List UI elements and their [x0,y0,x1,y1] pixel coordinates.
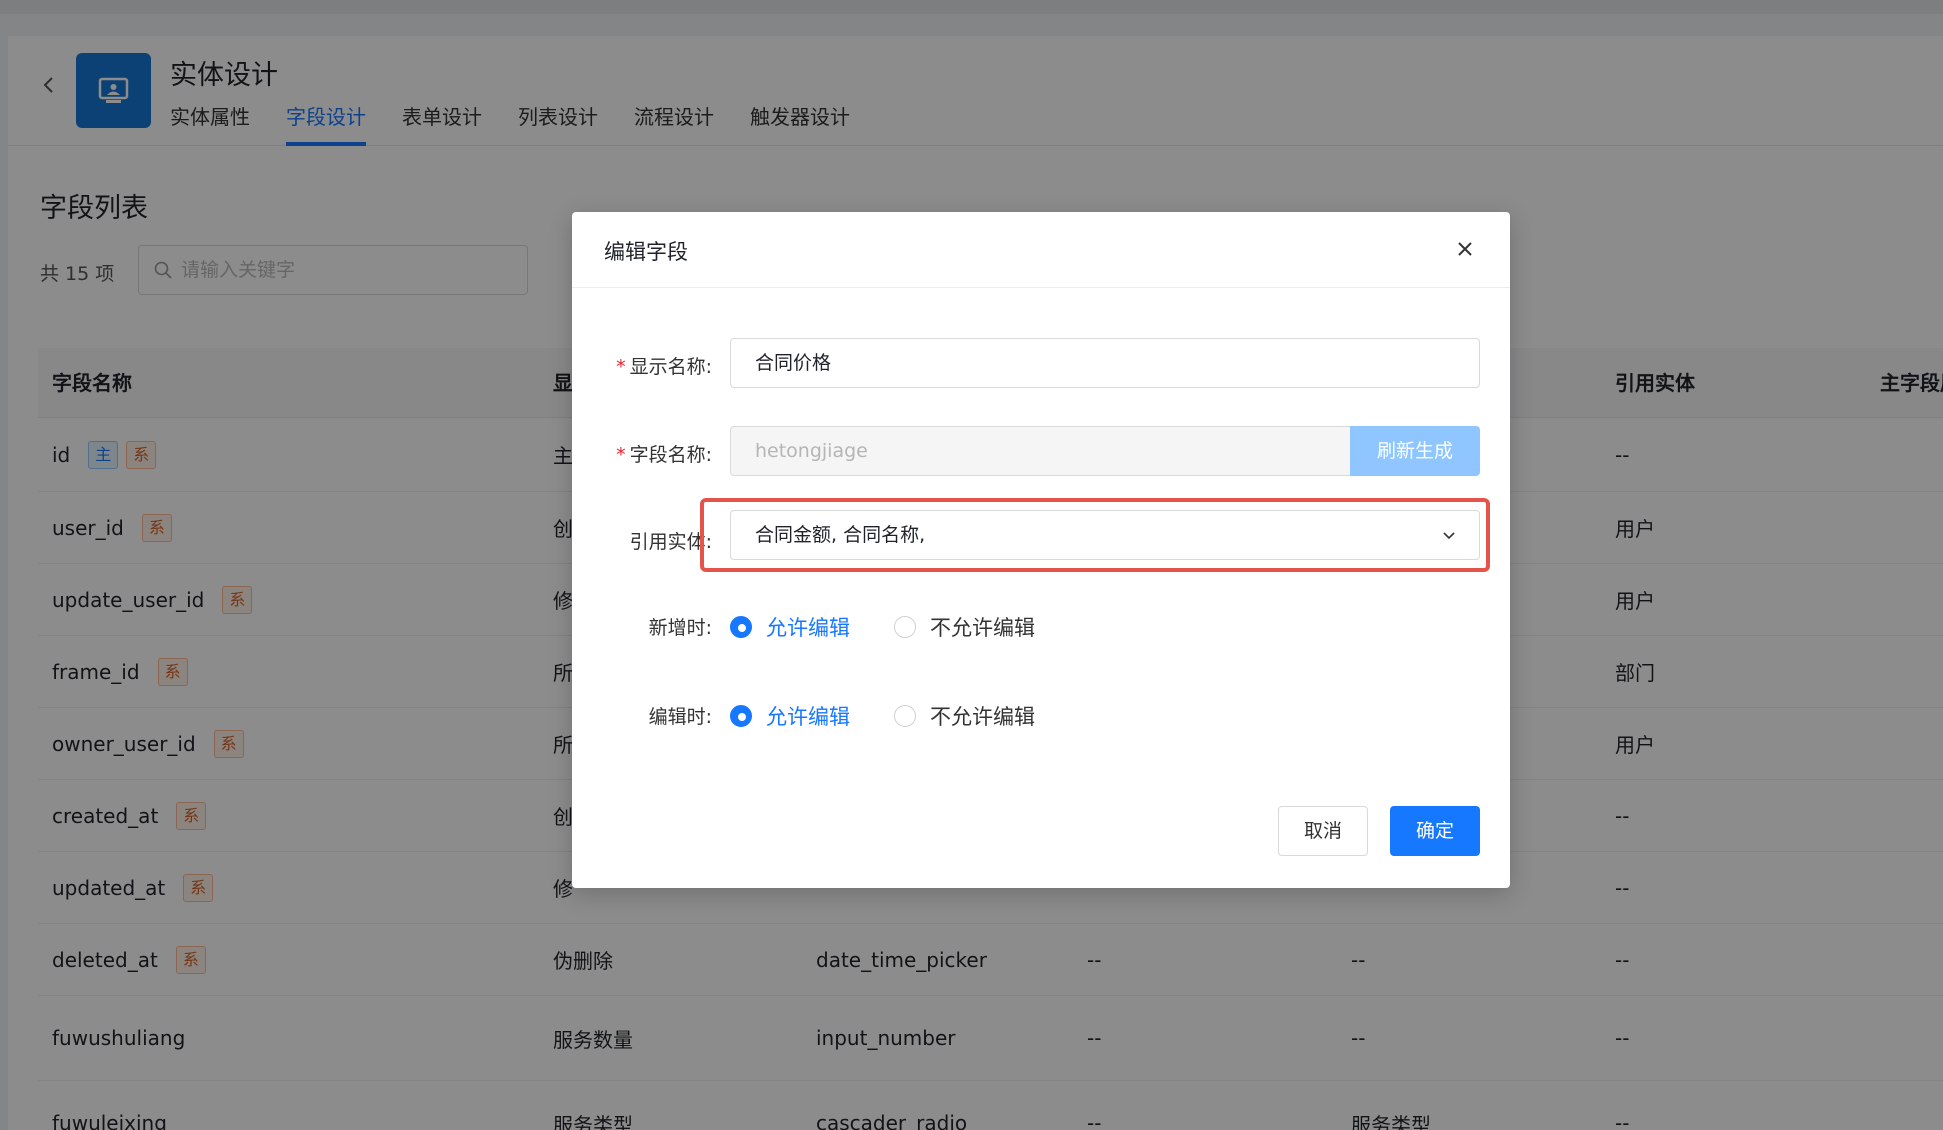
dialog-title: 编辑字段 [604,240,688,264]
on-edit-radio-group: 允许编辑 不允许编辑 [730,701,1079,731]
cancel-button[interactable]: 取消 [1278,806,1368,856]
on-create-radio-group: 允许编辑 不允许编辑 [730,612,1079,642]
refresh-generate-button[interactable]: 刷新生成 [1350,426,1480,476]
on-edit-allow-radio[interactable]: 允许编辑 [730,701,850,731]
radio-checked-icon [730,705,752,727]
on-create-label: 新增时: [648,617,712,639]
highlight-annotation [700,498,1490,572]
confirm-button[interactable]: 确定 [1390,806,1480,856]
on-edit-disallow-radio[interactable]: 不允许编辑 [894,701,1035,731]
close-button[interactable] [1452,236,1478,262]
close-icon [1458,242,1472,256]
field-name-label: * 字段名称: [616,444,712,466]
field-name-input: hetongjiage [730,426,1350,476]
on-create-allow-radio[interactable]: 允许编辑 [730,612,850,642]
radio-checked-icon [730,616,752,638]
on-create-disallow-radio[interactable]: 不允许编辑 [894,612,1035,642]
edit-field-dialog: 编辑字段 * 显示名称: 合同价格 * 字段名称: hetongjiage 刷新生成… [572,212,1510,888]
ref-entity-label: 引用实体: [629,531,712,553]
display-name-label: * 显示名称: [616,356,712,378]
dialog-header: 编辑字段 [572,212,1510,288]
display-name-input[interactable]: 合同价格 [730,338,1480,388]
radio-unchecked-icon [894,705,916,727]
on-edit-label: 编辑时: [648,706,712,728]
radio-unchecked-icon [894,616,916,638]
